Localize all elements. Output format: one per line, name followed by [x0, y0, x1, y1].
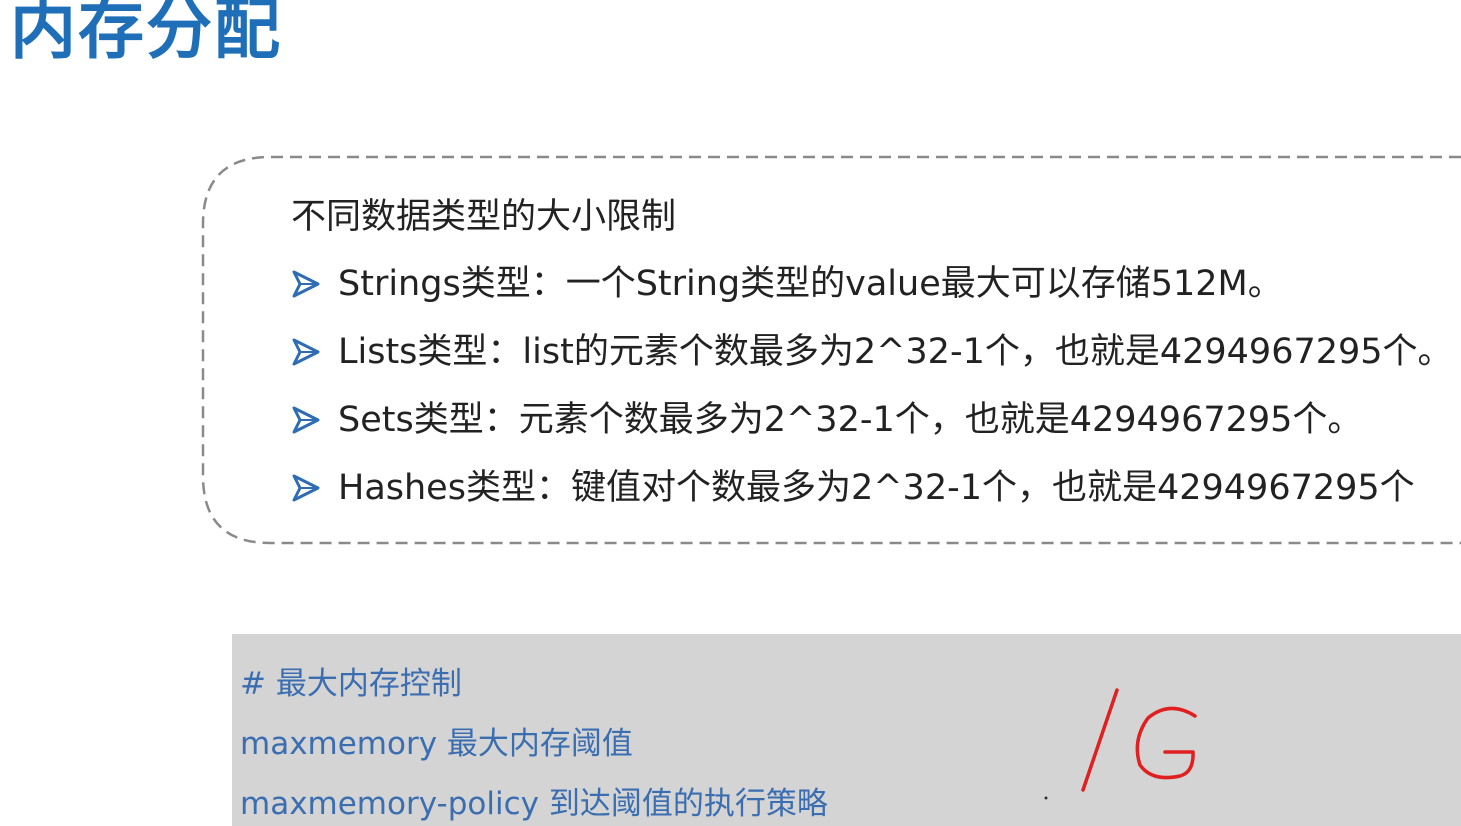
slide: 内存分配 不同数据类型的大小限制 Strings类型：一个String类型的va… [0, 0, 1461, 826]
handwritten-annotation-1g [1044, 688, 1197, 800]
